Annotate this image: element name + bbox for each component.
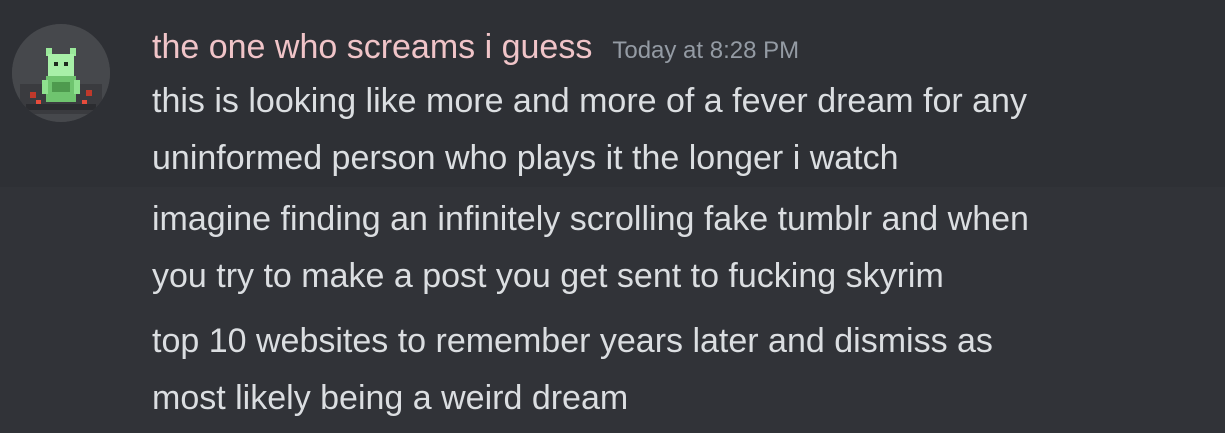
username[interactable]: the one who screams i guess <box>152 24 592 70</box>
message-line: uninformed person who plays it the longe… <box>152 139 899 177</box>
message-line: top 10 websites to remember years later … <box>152 322 993 360</box>
chat-message-list: the one who screams i guess Today at 8:2… <box>0 0 1225 433</box>
message-content: imagine finding an infinitely scrolling … <box>152 191 1202 305</box>
timestamp[interactable]: Today at 8:28 PM <box>612 37 799 65</box>
message-content: this is looking like more and more of a … <box>152 73 1202 187</box>
message-content: top 10 websites to remember years later … <box>152 313 1202 427</box>
pixel-creature-avatar-icon <box>12 24 110 122</box>
message-line: most likely being a weird dream <box>152 379 629 417</box>
avatar[interactable] <box>12 24 110 122</box>
message-line: you try to make a post you get sent to f… <box>152 257 944 295</box>
message-header: the one who screams i guess Today at 8:2… <box>152 24 799 70</box>
message-line: this is looking like more and more of a … <box>152 82 1027 120</box>
message-line: imagine finding an infinitely scrolling … <box>152 200 1029 238</box>
